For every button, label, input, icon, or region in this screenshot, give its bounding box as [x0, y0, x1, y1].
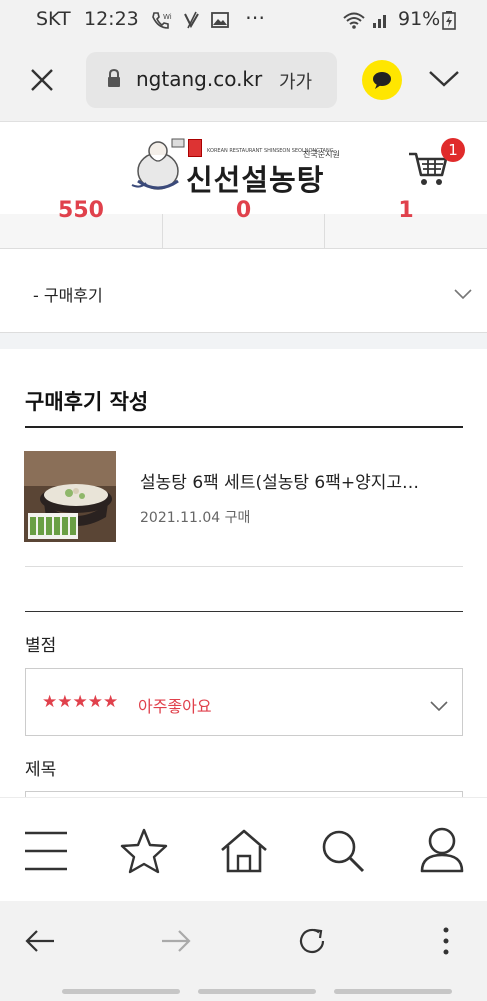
search-icon[interactable] [320, 828, 366, 878]
close-icon[interactable] [28, 66, 56, 98]
purchase-date: 2021.11.04 구매 [140, 510, 251, 526]
forward-arrow-icon[interactable] [160, 929, 192, 957]
product-thumbnail [24, 451, 116, 542]
section-divider [0, 333, 487, 349]
user-icon[interactable] [419, 826, 465, 878]
no-notification-icon [182, 10, 202, 34]
carrier-label: SKT [36, 8, 71, 30]
bottom-navigation [0, 797, 487, 901]
back-arrow-icon[interactable] [24, 929, 56, 957]
cart-count-badge: 1 [441, 138, 465, 162]
count-cell[interactable]: 0 [163, 198, 325, 249]
logo-seal [188, 139, 202, 157]
battery-level: 91% [398, 8, 441, 30]
divider [25, 566, 463, 567]
review-type-value: - 구매후기 [33, 286, 103, 305]
address-bar[interactable]: ngtang.co.kr 가가 [86, 52, 337, 108]
lock-icon [106, 68, 122, 93]
menu-icon[interactable] [24, 830, 68, 876]
gesture-pill[interactable] [334, 989, 452, 994]
section-title: 구매후기 작성 [25, 390, 149, 414]
star-icon[interactable] [119, 827, 169, 879]
count-cell[interactable]: 550 [0, 198, 163, 249]
more-options-icon[interactable] [440, 926, 452, 960]
call-icon: Wi [150, 10, 172, 34]
gesture-pill[interactable] [62, 989, 180, 994]
wifi-icon [342, 10, 366, 34]
logo-sub-text: 진국순시원 [303, 150, 340, 159]
chevron-down-icon [454, 285, 472, 304]
review-type-select[interactable]: - 구매후기 [0, 249, 487, 333]
rating-stars: ★★★★★ [42, 692, 119, 712]
logo-mascot-icon [128, 133, 186, 201]
divider [25, 426, 463, 428]
rating-label: 별점 [25, 636, 57, 656]
divider [25, 611, 463, 612]
count-value: 1 [398, 198, 414, 223]
kakao-talk-button[interactable] [362, 60, 402, 100]
status-bar: SKT 12:23 Wi ⋯ 91% [0, 0, 487, 40]
url-text: ngtang.co.kr [136, 67, 263, 91]
gesture-pill[interactable] [198, 989, 316, 994]
review-counts-row: 550 0 1 [0, 198, 487, 249]
count-value: 550 [58, 198, 104, 223]
gesture-bar [0, 981, 487, 1001]
chevron-down-icon [430, 697, 448, 716]
count-value: 0 [235, 198, 252, 223]
clock: 12:23 [84, 8, 139, 30]
chat-bubble-icon [373, 72, 391, 89]
image-icon [210, 10, 230, 34]
rating-select[interactable]: ★★★★★ 아주좋아요 [25, 668, 463, 736]
browser-bottom-bar [0, 901, 487, 981]
title-label: 제목 [25, 760, 57, 780]
battery-icon [442, 10, 456, 34]
count-cell[interactable]: 1 [325, 198, 487, 249]
text-size-button[interactable]: 가가 [279, 68, 312, 94]
home-icon[interactable] [219, 828, 269, 878]
rating-value: 아주좋아요 [138, 697, 212, 716]
svg-text:Wi: Wi [163, 13, 172, 21]
chevron-down-icon[interactable] [428, 68, 460, 94]
browser-toolbar: ngtang.co.kr 가가 [0, 40, 487, 122]
product-name: 설농탕 6팩 세트(설농탕 6팩+양지고… [140, 473, 420, 493]
more-notifications-icon: ⋯ [245, 5, 265, 29]
signal-icon [370, 10, 390, 34]
refresh-icon[interactable] [296, 925, 328, 961]
cart-icon[interactable] [408, 151, 448, 191]
logo-text: 신선설농탕 [186, 163, 325, 197]
